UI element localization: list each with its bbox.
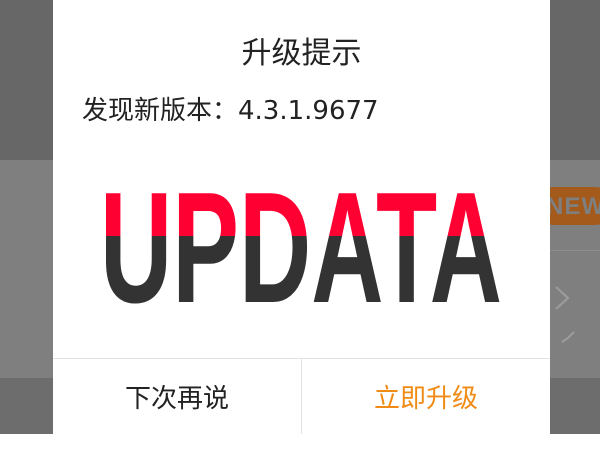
upgrade-dialog: 升级提示 发现新版本：4.3.1.9677 UPDATA UPDATA 下次再说… (53, 0, 550, 434)
later-button[interactable]: 下次再说 (53, 359, 302, 434)
version-message: 发现新版本：4.3.1.9677 (82, 96, 379, 126)
background-bottom-strip (0, 434, 600, 450)
chevron-right-icon (555, 286, 570, 310)
upgrade-now-button[interactable]: 立即升级 (302, 359, 550, 434)
updata-banner: UPDATA UPDATA (100, 180, 502, 310)
background-divider (550, 250, 600, 251)
dialog-title: 升级提示 (241, 36, 362, 71)
new-badge-label: NEW (546, 193, 600, 220)
dialog-footer: 下次再说 立即升级 (53, 358, 550, 434)
check-icon (561, 331, 575, 343)
